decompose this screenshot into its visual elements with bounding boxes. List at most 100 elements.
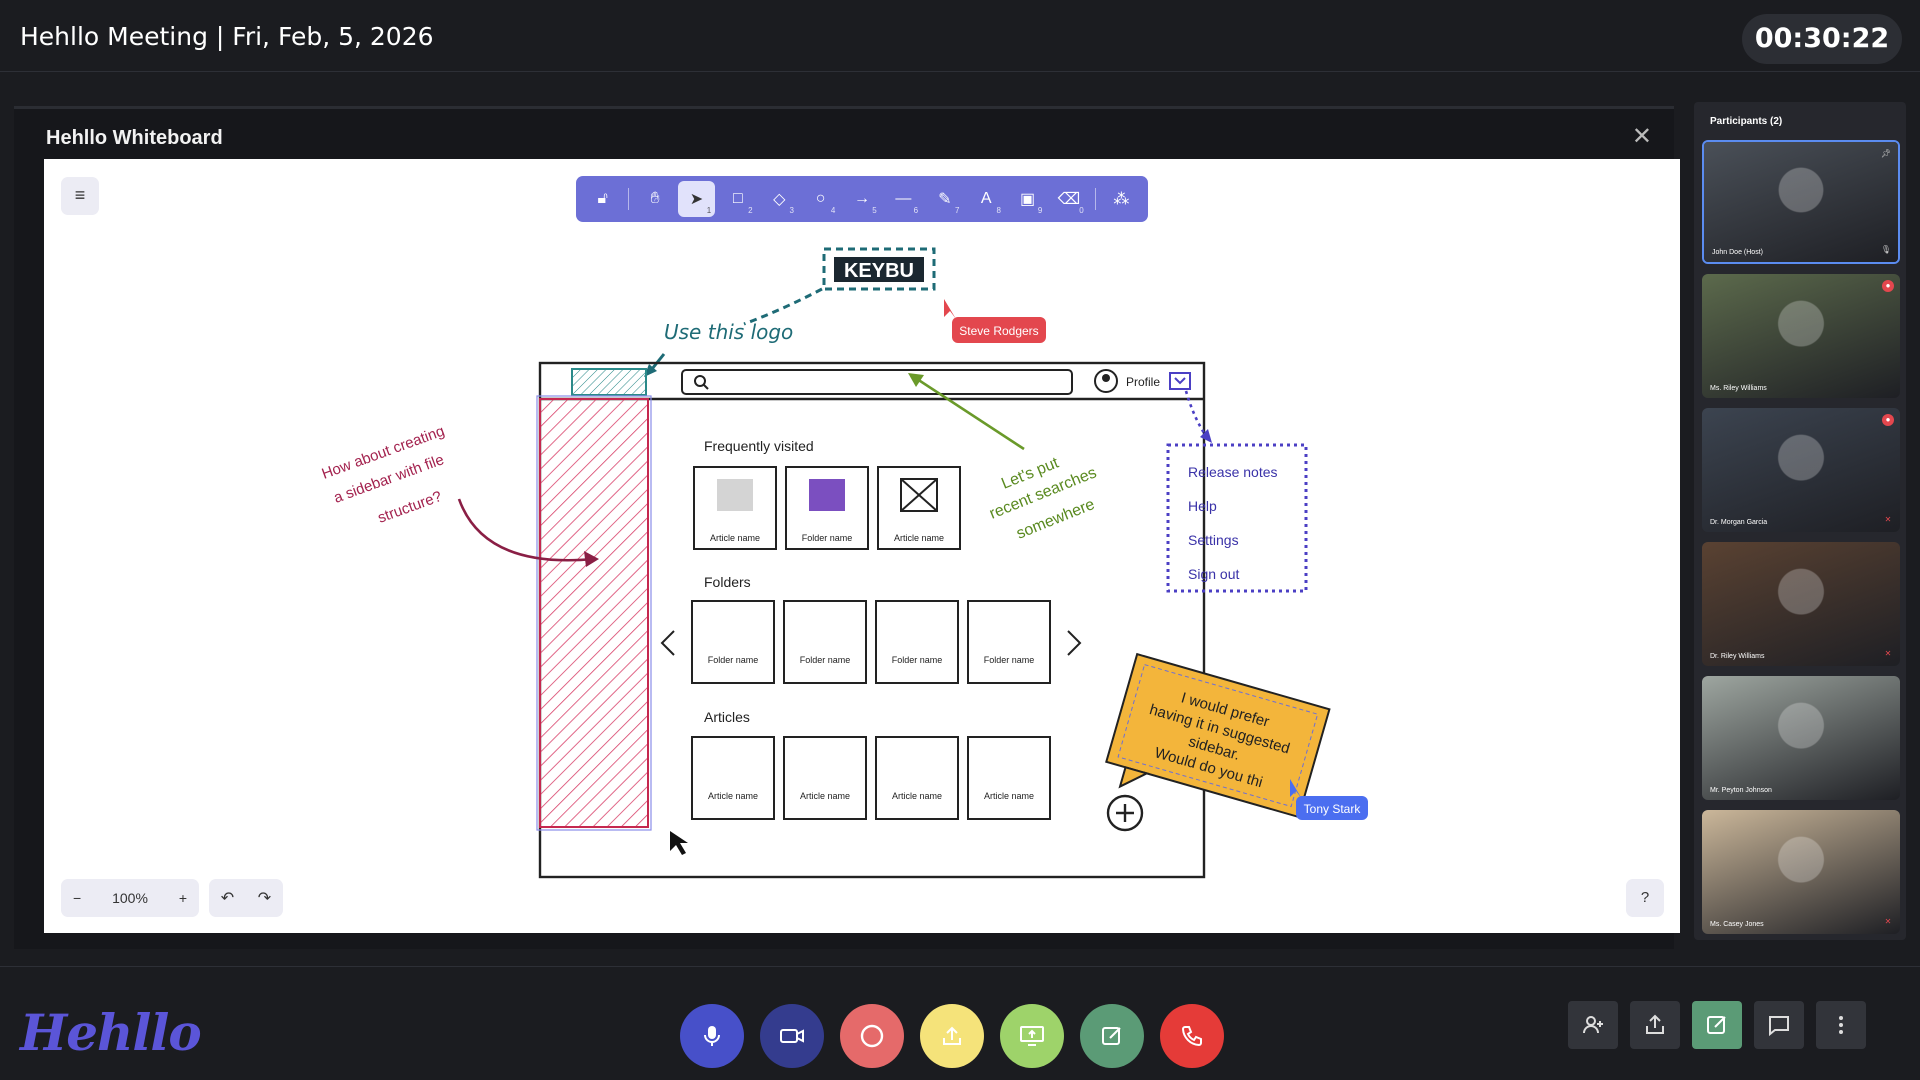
participant-tile[interactable]: ● Ms. Riley Williams — [1702, 274, 1900, 398]
shapes-library-icon[interactable]: ⁂ — [1103, 181, 1140, 217]
participant-tile[interactable]: ✕ Dr. Riley Williams — [1702, 542, 1900, 666]
bottom-bar: Hehllo — [0, 966, 1920, 1080]
line-tool-icon[interactable]: —6 — [885, 181, 922, 217]
close-icon[interactable]: ✕ — [1632, 122, 1652, 151]
shortcut-num: 1 — [706, 206, 712, 215]
tony-label: Tony Stark — [1304, 802, 1362, 816]
article-label: Article name — [708, 791, 758, 801]
record-button[interactable] — [840, 1004, 904, 1068]
zoom-in-icon[interactable]: + — [179, 890, 187, 906]
participant-name: Mr. Peyton Johnson — [1710, 787, 1772, 794]
mouse-cursor — [670, 831, 688, 855]
shortcut-num: 7 — [955, 206, 960, 215]
sticky-note: I would prefer having it in suggested si… — [1105, 652, 1331, 819]
mic-off-icon: ✕ — [1884, 917, 1892, 926]
participant-name: Ms. Casey Jones — [1710, 921, 1764, 928]
top-bar: Hehllo Meeting | Fri, Feb, 5, 2026 00:30… — [0, 0, 1920, 72]
microphone-icon — [704, 1026, 720, 1046]
whiteboard-toggle-button[interactable] — [1692, 1001, 1742, 1049]
edit-icon — [1102, 1027, 1121, 1045]
screen-share-icon — [1020, 1026, 1044, 1046]
lock-icon[interactable]: 🔓︎ — [584, 181, 621, 217]
folder-label: Folder name — [892, 655, 943, 665]
participant-tile[interactable]: ✕ Ms. Casey Jones — [1702, 810, 1900, 934]
participant-tile[interactable]: ● ✕ Dr. Morgan Garcia — [1702, 408, 1900, 532]
video-feed — [1702, 408, 1900, 532]
sidebar-note-line: structure? — [376, 488, 444, 527]
sketch-drawing: KEYBU Use this logo Steve Rodgers Profil… — [320, 247, 1368, 879]
mic-off-icon: ✕ — [1884, 649, 1892, 658]
pin-icon[interactable]: 📌︎ — [1880, 148, 1892, 160]
participants-title: Participants (2) — [1710, 116, 1783, 127]
end-call-button[interactable] — [1160, 1004, 1224, 1068]
export-button[interactable] — [1630, 1001, 1680, 1049]
redo-icon[interactable]: ↷ — [258, 888, 271, 908]
shortcut-num: 9 — [1037, 206, 1043, 215]
shortcut-num: 4 — [830, 206, 836, 215]
menu-icon[interactable]: ≡ — [61, 177, 99, 215]
chat-button[interactable] — [1754, 1001, 1804, 1049]
whiteboard-toolbar: 🔓︎ ✋︎ ➤ 1 □ 2 ◇ 3 ○ 4 → 5 —6 ✎ 7 A8 ▣ 9 ⌫ 0 ⁂ — [576, 176, 1148, 222]
edit-icon — [1707, 1016, 1726, 1034]
whiteboard-button[interactable] — [1080, 1004, 1144, 1068]
mic-off-icon: ✕ — [1884, 515, 1892, 524]
participant-name: Ms. Riley Williams — [1710, 385, 1767, 392]
video-feed — [1704, 142, 1898, 262]
articles-row — [691, 736, 1051, 820]
video-off-icon: ● — [1882, 414, 1894, 426]
share-button[interactable] — [920, 1004, 984, 1068]
select-tool-icon[interactable]: ➤ 1 — [677, 181, 716, 217]
ellipse-tool-icon[interactable]: ○ 4 — [802, 181, 839, 217]
whiteboard-panel: Hehllo Whiteboard ✕ KEYBU Use this logo — [14, 106, 1680, 949]
fv-heading: Frequently visited — [704, 438, 814, 454]
participant-tile[interactable]: 📌︎ 🎙︎ John Doe (Host) — [1702, 140, 1900, 264]
articles-heading: Articles — [704, 709, 750, 725]
rectangle-tool-icon[interactable]: □ 2 — [719, 181, 756, 217]
video-button[interactable] — [760, 1004, 824, 1068]
add-participant-button[interactable] — [1568, 1001, 1618, 1049]
zoom-level[interactable]: 100% — [112, 890, 148, 906]
participant-name: John Doe (Host) — [1712, 249, 1763, 256]
article-label: Article name — [984, 791, 1034, 801]
video-feed — [1702, 542, 1900, 666]
whiteboard-titlebar: Hehllo Whiteboard ✕ — [30, 117, 1666, 157]
meeting-timer: 00:30:22 — [1742, 14, 1902, 64]
image-tool-icon[interactable]: ▣ 9 — [1009, 181, 1046, 217]
more-options-button[interactable] — [1816, 1001, 1866, 1049]
folders-heading: Folders — [704, 574, 751, 590]
article-label: Article name — [800, 791, 850, 801]
menu-item-sketch: Release notes — [1188, 464, 1278, 480]
whiteboard-canvas[interactable]: KEYBU Use this logo Steve Rodgers Profil… — [44, 159, 1680, 933]
phone-icon — [1181, 1026, 1202, 1047]
profile-label: Profile — [1126, 375, 1160, 389]
camera-icon — [780, 1029, 804, 1043]
screen-share-button[interactable] — [1000, 1004, 1064, 1068]
text-tool-icon[interactable]: A8 — [968, 181, 1005, 217]
undo-icon[interactable]: ↶ — [221, 888, 234, 908]
meeting-title: Hehllo Meeting | Fri, Feb, 5, 2026 — [20, 22, 434, 51]
search-bar-sketch — [681, 369, 1073, 395]
hand-tool-icon[interactable]: ✋︎ — [636, 181, 673, 217]
sidebar-sketch — [539, 398, 649, 828]
arrow-tool-icon[interactable]: → 5 — [843, 181, 880, 217]
menu-item-sketch: Help — [1188, 498, 1217, 514]
pencil-tool-icon[interactable]: ✎ 7 — [926, 181, 963, 217]
fv-item-label: Folder name — [802, 533, 853, 543]
toolbar-divider — [1094, 188, 1096, 210]
more-vertical-icon — [1839, 1016, 1843, 1034]
mic-icon: 🎙︎ — [1880, 245, 1892, 254]
folders-row — [691, 600, 1051, 684]
diamond-tool-icon[interactable]: ◇ 3 — [761, 181, 798, 217]
folder-label: Folder name — [984, 655, 1035, 665]
shortcut-num: 0 — [1079, 206, 1084, 215]
fv-item-label: Article name — [710, 533, 760, 543]
mic-button[interactable] — [680, 1004, 744, 1068]
eraser-tool-icon[interactable]: ⌫ 0 — [1050, 181, 1087, 217]
participant-tile[interactable]: Mr. Peyton Johnson — [1702, 676, 1900, 800]
shortcut-num: 5 — [872, 206, 877, 215]
help-icon[interactable]: ? — [1626, 879, 1664, 917]
zoom-out-icon[interactable]: − — [73, 890, 81, 906]
whiteboard-title: Hehllo Whiteboard — [46, 127, 223, 149]
app-logo: Hehllo — [20, 1003, 202, 1062]
shortcut-num: 8 — [996, 206, 1001, 215]
